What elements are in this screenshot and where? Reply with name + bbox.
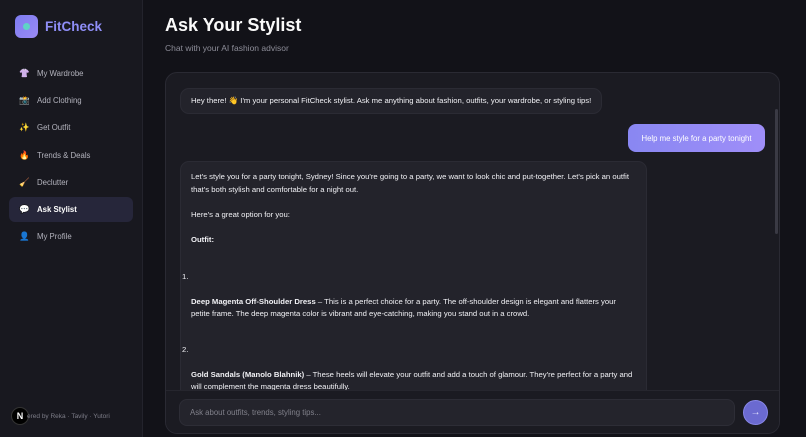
chat-scrollbar[interactable] [775,109,778,234]
sidebar-item-trends-deals[interactable]: 🔥 Trends & Deals [9,143,133,168]
list-number: 2. [182,344,189,354]
footer-credits: N ered by Reka · Tavily · Yutori [11,407,110,425]
sidebar-item-my-profile[interactable]: 👤 My Profile [9,224,133,249]
sidebar-item-label: Get Outfit [37,123,71,133]
response-outfit-heading: Outfit: [191,234,215,244]
sidebar-item-declutter[interactable]: 🧹 Declutter [9,170,133,195]
sidebar-item-label: Declutter [37,177,69,187]
sidebar-item-ask-stylist[interactable]: 💬 Ask Stylist [9,196,133,222]
chat-input-bar: → [166,390,779,433]
message-list[interactable]: Hey there! 👋 I'm your personal FitCheck … [166,73,779,390]
sidebar-item-label: Add Clothing [37,96,82,106]
sidebar-item-label: Trends & Deals [37,150,91,160]
sidebar-item-get-outfit[interactable]: ✨ Get Outfit [9,115,133,140]
response-option-line: Here's a great option for you: [191,209,290,219]
user-icon: 👤 [19,231,30,242]
send-button[interactable]: → [743,400,768,425]
outfit-list-item: 2. Gold Sandals (Manolo Blahnik) – These… [182,344,636,391]
camera-icon: 📸 [19,95,30,106]
assistant-response-message: Let's style you for a party tonight, Syd… [180,161,647,390]
shirt-icon: 👚 [19,68,30,78]
sidebar: FitCheck 👚 My Wardrobe 📸 Add Clothing ✨ … [0,0,143,437]
assistant-greeting-message: Hey there! 👋 I'm your personal FitCheck … [180,88,603,114]
chat-input[interactable] [179,399,735,426]
sidebar-nav: 👚 My Wardrobe 📸 Add Clothing ✨ Get Outfi… [9,61,133,251]
sidebar-item-label: My Wardrobe [37,69,84,78]
sidebar-item-my-wardrobe[interactable]: 👚 My Wardrobe [9,61,133,86]
fire-icon: 🔥 [19,149,30,160]
page-title: Ask Your Stylist [165,15,302,35]
speech-bubble-icon: 💬 [19,203,30,214]
arrow-right-icon: → [750,407,761,418]
brand[interactable]: FitCheck [15,15,102,38]
outfit-item-name: Deep Magenta Off-Shoulder Dress [191,296,316,306]
outfit-list-item: 1. Deep Magenta Off-Shoulder Dress – Thi… [182,271,636,321]
sparkles-icon: ✨ [19,122,30,133]
broom-icon: 🧹 [19,176,30,187]
chat-panel: Hey there! 👋 I'm your personal FitCheck … [165,72,780,434]
brand-logo-icon [15,15,38,38]
brand-name: FitCheck [45,19,103,34]
sidebar-item-label: Ask Stylist [37,204,77,214]
response-intro: Let's style you for a party tonight, Syd… [191,172,629,194]
page-subtitle: Chat with your AI fashion advisor [165,43,289,53]
list-number: 1. [182,271,189,281]
user-message: Help me style for a party tonight [628,124,765,152]
sidebar-item-label: My Profile [37,232,72,242]
sidebar-item-add-clothing[interactable]: 📸 Add Clothing [9,88,133,113]
powered-by-text: ered by Reka · Tavily · Yutori [27,412,110,420]
outfit-item-name: Gold Sandals (Manolo Blahnik) [191,369,305,379]
